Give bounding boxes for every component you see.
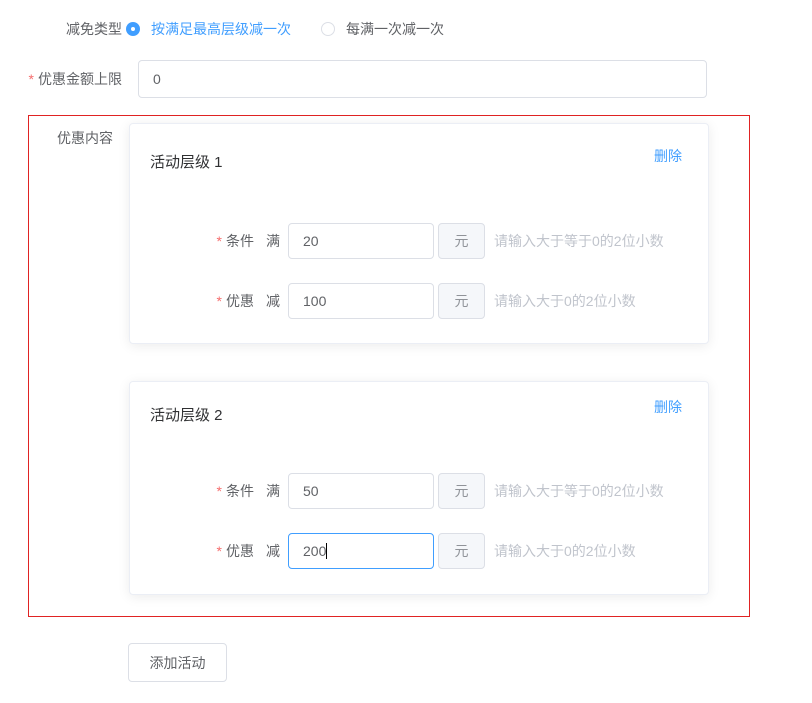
input-hint: 请输入大于等于0的2位小数 [494,473,664,509]
radio-option-highest-tier[interactable]: 按满足最高层级减一次 [126,19,291,39]
condition-label: *条件满 [130,473,280,509]
condition-label-text: 条件 [226,483,254,499]
condition-row: *条件满 元 请输入大于等于0的2位小数 [130,473,708,509]
tier-card-2: 活动层级 2 删除 *条件满 元 请输入大于等于0的2位小数 *优惠减 元 请输… [129,381,709,595]
discount-prefix: 减 [266,543,280,559]
delete-tier-button[interactable]: 删除 [654,397,682,417]
promotion-form-page: { "ui": { "required_mark": "*", "colors"… [0,0,812,703]
unit-append: 元 [438,283,485,319]
condition-input[interactable] [288,473,434,509]
required-asterisk: * [217,233,222,249]
delete-tier-button[interactable]: 删除 [654,146,682,166]
discount-prefix: 减 [266,293,280,309]
required-asterisk: * [217,483,222,499]
condition-input[interactable] [288,223,434,259]
discount-input-wrap-focused [288,533,434,569]
discount-label-text: 优惠 [226,293,254,309]
discount-content-label: 优惠内容 [0,123,113,153]
condition-prefix: 满 [266,483,280,499]
discount-input[interactable] [288,283,434,319]
unit-append: 元 [438,533,485,569]
required-asterisk: * [217,543,222,559]
add-activity-button[interactable]: 添加活动 [128,643,227,682]
condition-input-wrap [288,223,434,259]
discount-input-wrap [288,283,434,319]
input-hint: 请输入大于0的2位小数 [494,533,636,569]
condition-label: *条件满 [130,223,280,259]
discount-label-text: 优惠 [226,543,254,559]
condition-input-wrap [288,473,434,509]
discount-cap-input[interactable] [138,60,707,98]
condition-prefix: 满 [266,233,280,249]
radio-option-label[interactable]: 每满一次减一次 [346,19,444,39]
discount-input-focused[interactable] [288,533,434,569]
discount-cap-label: *优惠金额上限 [0,60,122,98]
unit-append: 元 [438,473,485,509]
text-caret [326,543,327,559]
discount-cap-input-wrap [138,60,707,98]
radio-option-label[interactable]: 按满足最高层级减一次 [151,19,291,39]
reduction-type-label: 减免类型 [0,15,122,43]
radio-unchecked-icon[interactable] [321,22,335,36]
condition-row: *条件满 元 请输入大于等于0的2位小数 [130,223,708,259]
input-hint: 请输入大于0的2位小数 [494,283,636,319]
tier-title: 活动层级 1 [150,151,223,172]
condition-label-text: 条件 [226,233,254,249]
required-asterisk: * [217,293,222,309]
radio-option-every-time[interactable]: 每满一次减一次 [321,19,444,39]
discount-row: *优惠减 元 请输入大于0的2位小数 [130,533,708,569]
input-hint: 请输入大于等于0的2位小数 [494,223,664,259]
tier-card-1: 活动层级 1 删除 *条件满 元 请输入大于等于0的2位小数 *优惠减 元 请输… [129,123,709,344]
discount-label: *优惠减 [130,533,280,569]
radio-checked-icon[interactable] [126,22,140,36]
discount-row: *优惠减 元 请输入大于0的2位小数 [130,283,708,319]
discount-cap-label-text: 优惠金额上限 [38,71,122,87]
reduction-type-radio-group: 按满足最高层级减一次 每满一次减一次 [126,15,474,43]
discount-label: *优惠减 [130,283,280,319]
required-asterisk: * [29,71,34,87]
unit-append: 元 [438,223,485,259]
tier-title: 活动层级 2 [150,404,223,425]
